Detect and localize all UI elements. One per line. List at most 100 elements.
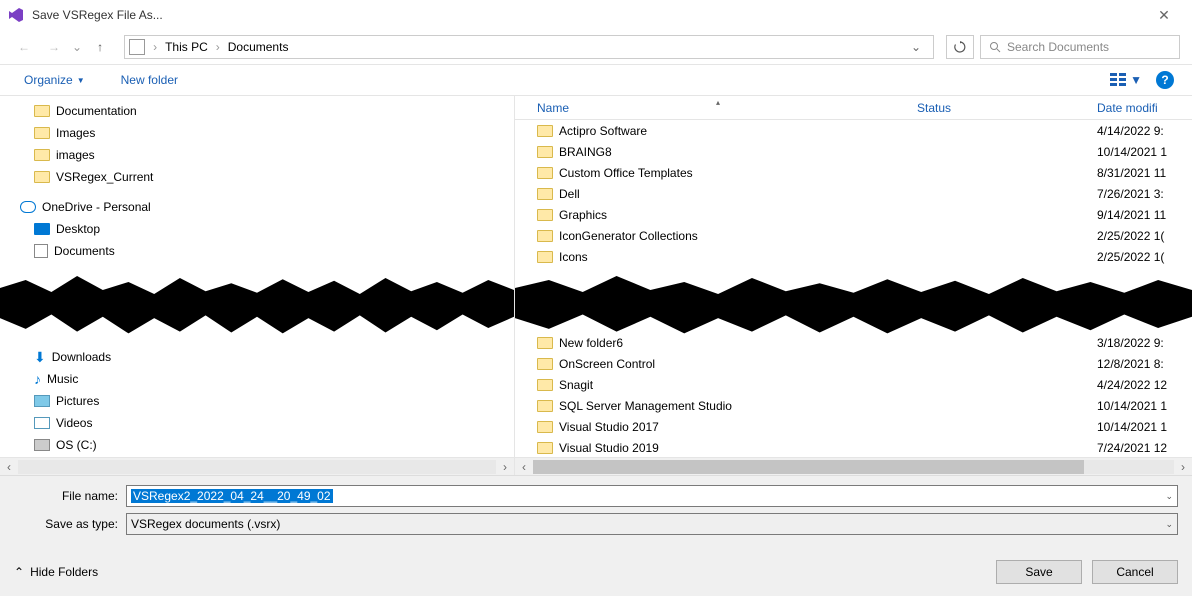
- tree-item[interactable]: ♪Music: [0, 368, 514, 390]
- filename-label: File name:: [14, 489, 126, 503]
- folder-icon: [537, 379, 553, 391]
- new-folder-button[interactable]: New folder: [115, 69, 184, 91]
- scroll-left-icon[interactable]: ‹: [515, 460, 533, 474]
- list-item[interactable]: OnScreen Control12/8/2021 8:: [515, 353, 1192, 374]
- chevron-right-icon[interactable]: ›: [149, 40, 161, 54]
- tree-item[interactable]: Documents: [0, 240, 514, 262]
- toolbar: Organize ▼ New folder ▼ ?: [0, 64, 1192, 96]
- folder-icon: [537, 209, 553, 221]
- tree-pane: Documentation Images images VSRegex_Curr…: [0, 96, 515, 475]
- list-item[interactable]: BRAING810/14/2021 1: [515, 141, 1192, 162]
- folder-icon: [34, 105, 50, 117]
- scroll-right-icon[interactable]: ›: [496, 460, 514, 474]
- search-input[interactable]: Search Documents: [980, 35, 1180, 59]
- scroll-right-icon[interactable]: ›: [1174, 460, 1192, 474]
- tree-item[interactable]: Images: [0, 122, 514, 144]
- close-button[interactable]: ✕: [1144, 7, 1184, 24]
- list-hscroll[interactable]: ‹ ›: [515, 457, 1192, 475]
- tree-hscroll[interactable]: ‹ ›: [0, 457, 514, 475]
- view-button[interactable]: ▼: [1106, 69, 1146, 91]
- filename-value: VSRegex2_2022_04_24__20_49_02: [131, 489, 333, 503]
- field-area: File name: VSRegex2_2022_04_24__20_49_02…: [0, 475, 1192, 548]
- tree-item[interactable]: Pictures: [0, 390, 514, 412]
- help-button[interactable]: ?: [1156, 71, 1174, 89]
- chevron-down-icon: ▼: [77, 76, 85, 85]
- window-title: Save VSRegex File As...: [32, 8, 163, 22]
- folder-icon: [537, 125, 553, 137]
- breadcrumb-dropdown[interactable]: ⌄: [903, 40, 929, 54]
- tree-item[interactable]: Documentation: [0, 100, 514, 122]
- music-icon: ♪: [34, 371, 41, 387]
- save-button[interactable]: Save: [996, 560, 1082, 584]
- tree-item[interactable]: images: [0, 144, 514, 166]
- forward-button[interactable]: →: [42, 35, 66, 59]
- tree-item-onedrive[interactable]: OneDrive - Personal: [0, 196, 514, 218]
- column-name[interactable]: ▴ Name: [515, 101, 917, 115]
- folder-icon: [34, 127, 50, 139]
- filetype-value: VSRegex documents (.vsrx): [131, 517, 280, 531]
- organize-button[interactable]: Organize ▼: [18, 69, 91, 91]
- bottom-row: ⌃ Hide Folders Save Cancel: [0, 548, 1192, 596]
- list-item[interactable]: IconGenerator Collections2/25/2022 1(: [515, 225, 1192, 246]
- folder-icon: [537, 230, 553, 242]
- folder-icon: [537, 146, 553, 158]
- app-icon: [8, 7, 24, 23]
- titlebar: Save VSRegex File As... ✕: [0, 0, 1192, 30]
- folder-icon: [537, 400, 553, 412]
- search-icon: [989, 41, 1001, 53]
- desktop-icon: [34, 223, 50, 235]
- list-item[interactable]: Visual Studio 201710/14/2021 1: [515, 416, 1192, 437]
- list-item[interactable]: Snagit4/24/2022 12: [515, 374, 1192, 395]
- download-icon: ⬇: [34, 349, 46, 366]
- videos-icon: [34, 417, 50, 429]
- back-button[interactable]: ←: [12, 35, 36, 59]
- up-button[interactable]: ↑: [88, 35, 112, 59]
- refresh-button[interactable]: [946, 35, 974, 59]
- folder-icon: [537, 167, 553, 179]
- column-status[interactable]: Status: [917, 101, 1097, 115]
- recent-dropdown[interactable]: ⌄: [72, 40, 82, 54]
- pictures-icon: [34, 395, 50, 407]
- filetype-label: Save as type:: [14, 517, 126, 531]
- folder-icon: [537, 358, 553, 370]
- list-pane: ▴ Name Status Date modifi Actipro Softwa…: [515, 96, 1192, 475]
- breadcrumb-segment[interactable]: Documents: [226, 40, 291, 54]
- list-item[interactable]: Dell7/26/2021 3:: [515, 183, 1192, 204]
- tree-item[interactable]: ⬇Downloads: [0, 346, 514, 368]
- folder-icon: [34, 171, 50, 183]
- cancel-button[interactable]: Cancel: [1092, 560, 1178, 584]
- chevron-down-icon[interactable]: ⌄: [1165, 491, 1173, 502]
- tree-item[interactable]: Videos: [0, 412, 514, 434]
- filetype-select[interactable]: VSRegex documents (.vsrx) ⌄: [126, 513, 1178, 535]
- folder-icon: [34, 149, 50, 161]
- list-item[interactable]: SQL Server Management Studio10/14/2021 1: [515, 395, 1192, 416]
- sort-asc-icon: ▴: [716, 98, 720, 107]
- folder-icon: [537, 337, 553, 349]
- tree-item[interactable]: VSRegex_Current: [0, 166, 514, 188]
- body: Documentation Images images VSRegex_Curr…: [0, 96, 1192, 475]
- chevron-down-icon[interactable]: ⌄: [1165, 519, 1173, 530]
- hide-folders-button[interactable]: ⌃ Hide Folders: [14, 565, 98, 579]
- nav-row: ← → ⌄ ↑ › This PC › Documents ⌄ Search D…: [0, 30, 1192, 64]
- scroll-left-icon[interactable]: ‹: [0, 460, 18, 474]
- filename-input[interactable]: VSRegex2_2022_04_24__20_49_02 ⌄: [126, 485, 1178, 507]
- folder-icon: [537, 251, 553, 263]
- list-item[interactable]: New folder63/18/2022 9:: [515, 332, 1192, 353]
- column-date[interactable]: Date modifi: [1097, 101, 1192, 115]
- chevron-right-icon[interactable]: ›: [212, 40, 224, 54]
- list-item[interactable]: Actipro Software4/14/2022 9:: [515, 120, 1192, 141]
- document-icon: [34, 244, 48, 258]
- list-item[interactable]: Visual Studio 20197/24/2021 12: [515, 437, 1192, 458]
- tree-item[interactable]: OS (C:): [0, 434, 514, 456]
- list-item[interactable]: Graphics9/14/2021 11: [515, 204, 1192, 225]
- location-icon: [129, 39, 145, 55]
- breadcrumb-segment[interactable]: This PC: [163, 40, 210, 54]
- tree-item[interactable]: Desktop: [0, 218, 514, 240]
- breadcrumb-bar[interactable]: › This PC › Documents ⌄: [124, 35, 934, 59]
- folder-icon: [537, 442, 553, 454]
- list-item[interactable]: Custom Office Templates8/31/2021 11: [515, 162, 1192, 183]
- search-placeholder: Search Documents: [1007, 40, 1109, 54]
- list-item[interactable]: Icons2/25/2022 1(: [515, 246, 1192, 267]
- disk-icon: [34, 439, 50, 451]
- chevron-down-icon: ▼: [1130, 73, 1142, 87]
